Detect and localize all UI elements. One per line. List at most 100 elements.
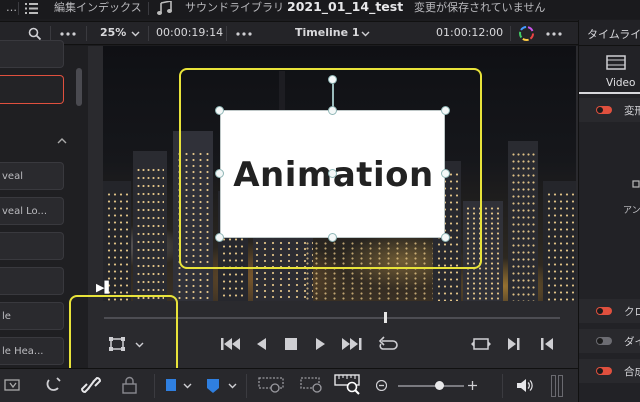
divider [579,45,640,46]
toggle-on-icon[interactable] [596,106,612,114]
transform-icon[interactable] [109,337,125,351]
video-tab-icon[interactable] [605,54,627,72]
snapping-icon[interactable] [4,377,22,394]
zoom-detail-icon[interactable] [300,375,326,395]
tab-video[interactable]: Video [606,77,635,89]
resize-handle-l[interactable] [215,169,224,178]
list-item[interactable] [0,40,64,68]
playhead-marker-icon: ▶▌ [96,281,113,294]
edit-index-tab[interactable]: 編集インデックス [54,0,142,19]
reset-icon[interactable] [632,180,640,188]
link-icon[interactable] [81,376,101,394]
color-wheel-icon[interactable] [518,25,535,42]
divider [154,374,155,398]
zoom-slider-track[interactable] [398,385,464,387]
resize-handle-tl[interactable] [215,106,224,115]
inspector-row-composite[interactable]: 合成 [579,359,640,383]
project-title: 2021_01_14_test [287,0,404,14]
blade-icon[interactable] [45,376,62,394]
resize-handle-br[interactable] [441,233,450,242]
play-icon[interactable] [316,338,326,350]
marker-icon[interactable] [206,378,220,394]
divider [50,26,51,41]
music-icon[interactable] [156,1,174,15]
resize-handle-r[interactable] [441,169,450,178]
list-item-selected[interactable] [0,75,64,104]
zoom-custom-icon[interactable] [334,373,362,395]
scrubber-playhead[interactable] [384,312,387,323]
inspector-title: タイムライン [587,28,640,41]
loop-icon[interactable] [378,336,398,352]
list-item[interactable] [0,232,64,260]
chevron-down-icon[interactable] [131,31,140,37]
inspector-row-crop[interactable]: クロ [579,299,640,323]
zoom-slider-thumb[interactable] [435,381,444,390]
timeline-name[interactable]: Timeline 1 [295,22,360,44]
zoom-full-icon[interactable] [258,375,284,395]
stop-icon[interactable] [285,338,297,350]
next-frame-icon[interactable] [508,338,520,350]
list-item[interactable]: le Hea... [0,337,64,365]
zoom-in-icon[interactable] [467,380,478,391]
save-status-text: 変更が保存されていません [414,1,546,14]
jump-to-start-icon[interactable] [221,338,241,350]
jump-to-end-icon[interactable] [342,338,362,350]
resize-handle-t[interactable] [328,106,337,115]
list-item[interactable] [0,267,64,295]
zoom-level[interactable]: 25% [100,22,126,44]
inspector-row-transform[interactable]: 変形 [579,98,640,122]
inspector-row-dynamic-zoom[interactable]: ダイ [579,329,640,353]
inspector-panel: タイムライン Video 変形 アンカ クロ ダイ 合成 [578,20,640,402]
divider [246,374,247,398]
title-bar: … 編集インデックス サウンドライブラリ 2021_01_14_test 変更が… [0,0,640,19]
more-options-icon[interactable] [546,32,562,36]
more-options-icon[interactable] [236,32,252,36]
chevron-down-icon[interactable] [228,383,237,389]
resize-handle-bl[interactable] [215,233,224,242]
flag-icon[interactable] [166,379,178,393]
list-item[interactable]: le [0,302,64,330]
resize-handle-b[interactable] [328,233,337,242]
divider [502,374,503,398]
previous-frame-icon[interactable] [541,338,553,350]
viewer-toolbar: 25% 00:00:19:14 Timeline 1 01:00:12:00 [0,21,640,45]
row-label: ダイ [624,336,640,348]
play-reverse-icon[interactable] [256,338,266,350]
left-ellipsis: … [6,1,17,14]
audio-meter-left [551,375,556,397]
divider [148,2,149,15]
source-timecode: 00:00:19:14 [156,26,224,39]
toggle-on-icon[interactable] [596,307,612,315]
effects-list-panel: veal veal Lo... le le Hea... [0,40,88,368]
search-icon[interactable] [28,27,41,40]
lock-icon[interactable] [122,376,137,394]
list-item[interactable]: veal [0,162,64,190]
toggle-on-icon[interactable] [596,367,612,375]
toggle-off-icon[interactable] [596,337,612,345]
sound-library-tab[interactable]: サウンドライブラリ [185,0,284,19]
scrubber-track[interactable] [104,317,560,319]
chevron-up-icon[interactable] [57,137,67,144]
more-options-icon[interactable] [60,32,76,36]
anchor-label: アンカ [623,206,640,216]
chevron-down-icon[interactable] [183,383,192,389]
divider [148,26,149,41]
anchor-point-handle[interactable] [328,169,337,178]
resize-handle-tr[interactable] [441,106,450,115]
scrollbar[interactable] [76,68,82,106]
divider [86,26,87,41]
edit-index-icon[interactable] [25,3,38,14]
rotation-handle[interactable] [328,75,337,84]
list-item[interactable]: veal Lo... [0,197,64,225]
zoom-out-icon[interactable] [376,380,387,391]
audio-meter-right [558,375,563,397]
record-timecode: 01:00:12:00 [436,26,504,39]
divider [510,26,511,41]
chevron-down-icon[interactable] [361,31,370,37]
chevron-down-icon[interactable] [135,342,144,348]
speaker-icon[interactable] [516,378,533,393]
tab-underline [579,92,640,94]
match-frame-icon[interactable] [471,337,491,351]
timeline-toolbar [0,368,578,402]
row-label: 変形 [624,105,640,117]
